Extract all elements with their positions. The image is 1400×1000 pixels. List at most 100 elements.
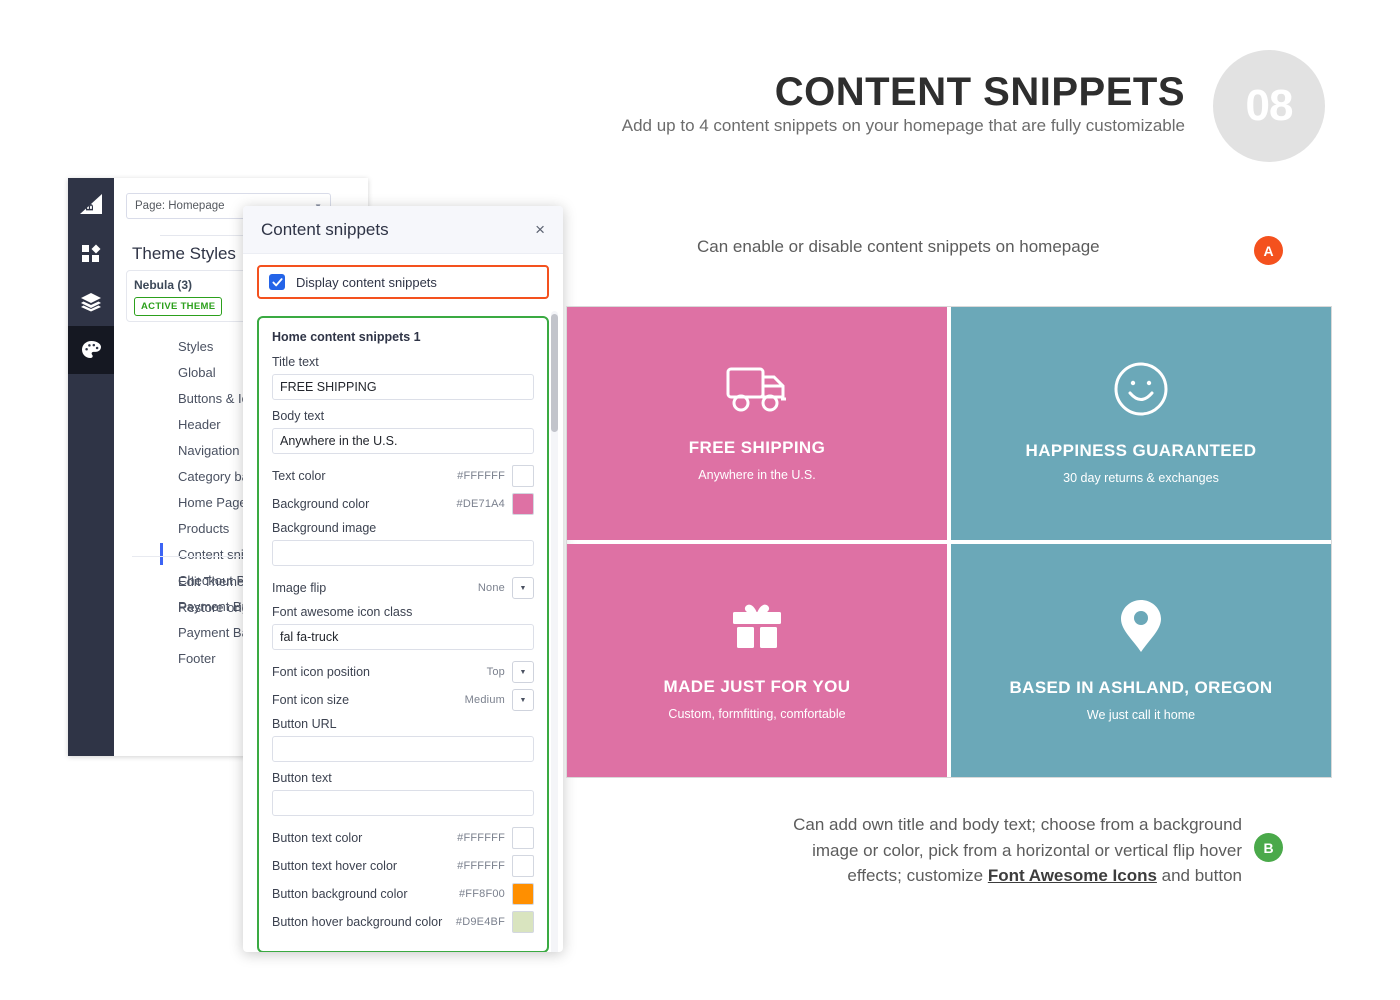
text-color-label: Text color — [272, 469, 326, 483]
nav-label: Navigation — [178, 442, 240, 458]
snippet-card-title: HAPPINESS GUARANTEED — [1025, 441, 1257, 460]
step-number-badge: 08 — [1213, 50, 1325, 162]
button-background-color-row: Button background color #FF8F00 — [272, 881, 534, 907]
page-header: CONTENT SNIPPETS Add up to 4 content sni… — [0, 0, 1400, 175]
nav-label: Products — [178, 520, 230, 536]
dialog-scrollbar[interactable] — [551, 311, 558, 952]
dialog-scrollbar-thumb[interactable] — [551, 314, 558, 432]
image-flip-row: Image flip None ▼ — [272, 575, 534, 601]
font-icon-size-label: Font icon size — [272, 693, 350, 707]
button-hover-background-color-value: #D9E4BF — [455, 916, 505, 928]
home-content-snippets-1-group: Home content snippets 1 Title text FREE … — [257, 316, 549, 952]
button-text-color-row: Button text color #FFFFFF — [272, 825, 534, 851]
font-icon-size-row: Font icon size Medium ▼ — [272, 687, 534, 713]
title-text-input[interactable]: FREE SHIPPING — [272, 374, 534, 400]
panel-title: Theme Styles — [132, 244, 236, 263]
callout-a-badge: A — [1254, 236, 1283, 265]
callout-b-badge: B — [1254, 833, 1283, 862]
callout-b-line3-pre: effects; customize — [847, 866, 988, 885]
snippet-card-title: BASED IN ASHLAND, OREGON — [1009, 678, 1273, 697]
body-text-label: Body text — [272, 409, 325, 423]
dialog-title: Content snippets — [261, 219, 389, 239]
left-icon-rail: B — [68, 178, 114, 756]
callout-b-line3: effects; customize Font Awesome Icons an… — [620, 863, 1242, 889]
callout-b-line2: image or color, pick from a horizontal o… — [812, 840, 1242, 860]
button-hover-background-color-swatch[interactable] — [512, 911, 534, 933]
font-icon-size-dropdown[interactable]: ▼ — [512, 689, 534, 711]
body-text-input[interactable]: Anywhere in the U.S. — [272, 428, 534, 454]
button-url-input[interactable] — [272, 736, 534, 762]
nav-label: Header — [178, 416, 221, 432]
display-content-snippets-row[interactable]: Display content snippets — [257, 265, 549, 299]
nav-label: Global — [178, 364, 216, 380]
step-number-text: 08 — [1245, 81, 1294, 130]
snippet-card-made-just-for-you[interactable]: MADE JUST FOR YOU Custom, formfitting, c… — [567, 544, 947, 777]
snippet-card-body: We just call it home — [1086, 708, 1196, 722]
background-image-label: Background image — [272, 521, 377, 535]
button-url-label: Button URL — [272, 717, 337, 731]
button-text-input[interactable] — [272, 790, 534, 816]
bigcommerce-logo-icon[interactable]: B — [68, 178, 114, 230]
background-color-row: Background color #DE71A4 — [272, 491, 534, 517]
callout-b-text: Can add own title and body text; choose … — [620, 812, 1242, 889]
font-awesome-icon-class-label: Font awesome icon class — [272, 605, 413, 619]
callout-b-line1: Can add own title and body text; choose … — [793, 815, 1242, 834]
background-color-value: #DE71A4 — [456, 498, 505, 510]
font-icon-size-value: Medium — [464, 694, 505, 706]
button-hover-background-color-row: Button hover background color #D9E4BF — [272, 909, 534, 935]
button-text-color-value: #FFFFFF — [457, 832, 505, 844]
layers-icon[interactable] — [68, 278, 114, 326]
font-awesome-icon-class-input[interactable]: fal fa-truck — [272, 624, 534, 650]
display-content-snippets-checkbox[interactable] — [269, 274, 285, 290]
nav-label: Footer — [178, 650, 216, 666]
font-icon-position-value: Top — [486, 666, 505, 678]
button-text-hover-color-value: #FFFFFF — [457, 860, 505, 872]
content-snippets-dialog: Content snippets × Display content snipp… — [243, 206, 563, 952]
map-pin-icon — [1120, 599, 1162, 658]
text-color-swatch[interactable] — [512, 465, 534, 487]
button-text-hover-color-swatch[interactable] — [512, 855, 534, 877]
button-background-color-label: Button background color — [272, 887, 408, 901]
dialog-body: Display content snippets Home content sn… — [243, 254, 563, 952]
button-text-hover-color-label: Button text hover color — [272, 859, 398, 873]
button-text-label: Button text — [272, 771, 332, 785]
button-background-color-swatch[interactable] — [512, 883, 534, 905]
snippet-card-body: Custom, formfitting, comfortable — [668, 707, 846, 721]
snippet-card-free-shipping[interactable]: FREE SHIPPING Anywhere in the U.S. — [567, 307, 947, 540]
page-title: CONTENT SNIPPETS — [774, 70, 1185, 114]
button-text-color-swatch[interactable] — [512, 827, 534, 849]
callout-b-line3-post: and button — [1156, 866, 1242, 885]
font-icon-position-dropdown[interactable]: ▼ — [512, 661, 534, 683]
content-snippets-preview-grid: FREE SHIPPING Anywhere in the U.S. HAPPI… — [566, 306, 1332, 778]
nav-label: Styles — [178, 338, 214, 354]
background-color-swatch[interactable] — [512, 493, 534, 515]
nav-label: Home Page — [178, 494, 247, 510]
snippet-card-happiness-guaranteed[interactable]: HAPPINESS GUARANTEED 30 day returns & ex… — [951, 307, 1331, 540]
palette-icon[interactable] — [68, 326, 114, 374]
snippet-card-title: MADE JUST FOR YOU — [663, 677, 851, 696]
truck-icon — [726, 365, 788, 418]
text-color-value: #FFFFFF — [457, 470, 505, 482]
smiley-face-icon — [1114, 362, 1168, 421]
title-text-label: Title text — [272, 355, 319, 369]
snippet-card-body: 30 day returns & exchanges — [1063, 471, 1219, 485]
button-background-color-value: #FF8F00 — [458, 888, 505, 900]
active-theme-badge: ACTIVE THEME — [134, 297, 223, 316]
font-icon-position-row: Font icon position Top ▼ — [272, 659, 534, 685]
dialog-header: Content snippets × — [243, 206, 563, 254]
apps-grid-icon[interactable] — [68, 230, 114, 278]
image-flip-label: Image flip — [272, 581, 327, 595]
gift-icon — [730, 600, 784, 657]
image-flip-dropdown[interactable]: ▼ — [512, 577, 534, 599]
snippet-card-based-in-ashland[interactable]: BASED IN ASHLAND, OREGON We just call it… — [951, 544, 1331, 777]
background-image-input[interactable] — [272, 540, 534, 566]
page-subtitle: Add up to 4 content snippets on your hom… — [621, 116, 1185, 135]
button-text-hover-color-row: Button text hover color #FFFFFF — [272, 853, 534, 879]
snippet-card-body: Anywhere in the U.S. — [698, 468, 816, 482]
svg-text:B: B — [85, 204, 96, 211]
theme-name: Nebula (3) — [134, 278, 193, 292]
font-awesome-icons-link[interactable]: Font Awesome Icons — [988, 866, 1157, 885]
close-icon[interactable]: × — [535, 221, 545, 238]
button-text-color-label: Button text color — [272, 831, 363, 845]
snippet-card-title: FREE SHIPPING — [688, 438, 826, 457]
